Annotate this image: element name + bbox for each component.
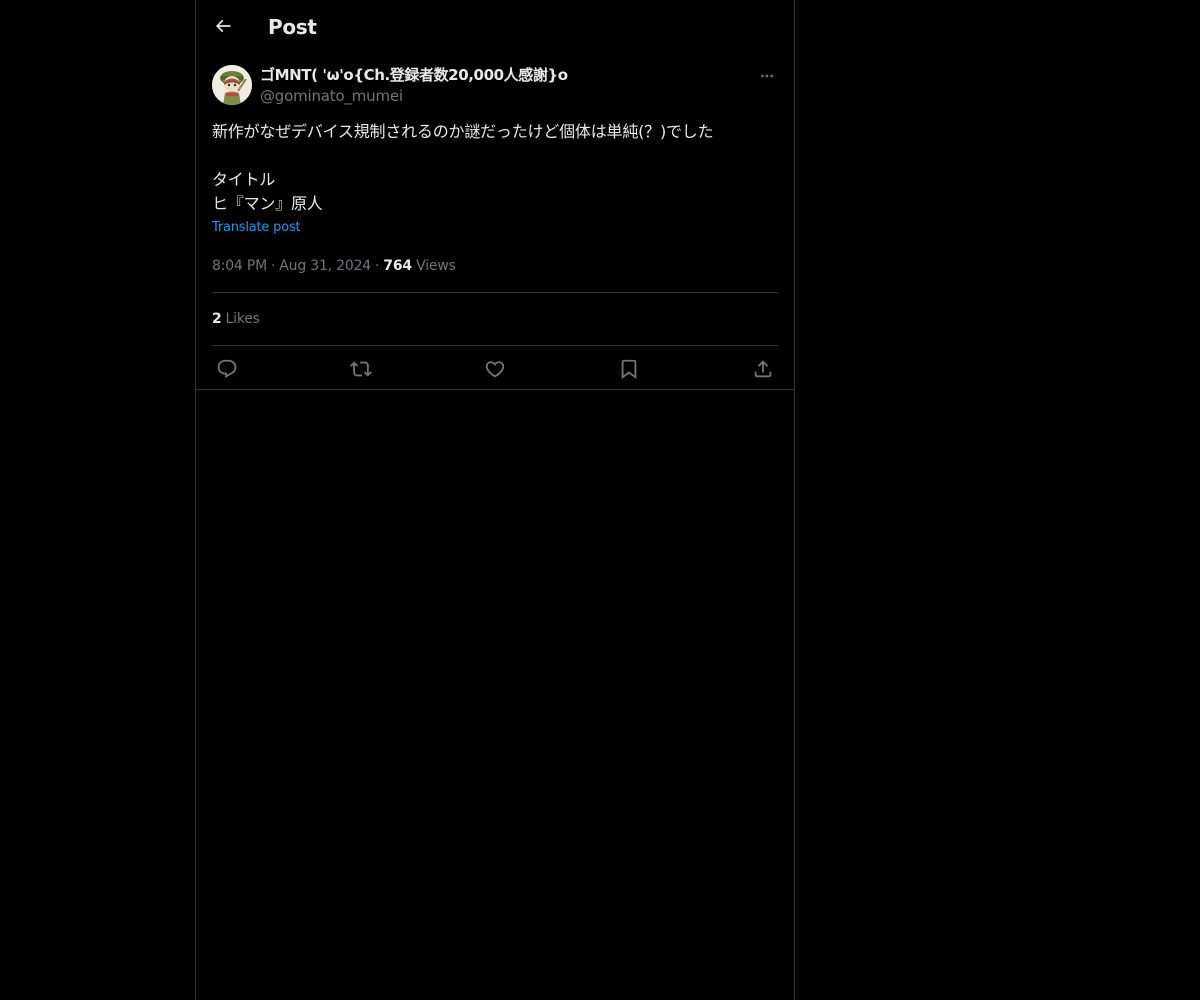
post-meta: 8:04 PM · Aug 31, 2024 · 764 Views — [212, 256, 778, 276]
author-handle[interactable]: @gominato_mumei — [260, 86, 403, 106]
more-horizontal-icon — [761, 74, 773, 78]
repost-button[interactable] — [350, 358, 372, 380]
likes-summary[interactable]: 2 Likes — [212, 293, 778, 345]
likes-count: 2 — [212, 311, 222, 327]
author-display-name[interactable]: ゴMNT( 'ω'o{Ch.登録者数20,000人感謝}o — [260, 65, 568, 85]
post-text: 新作がなぜデバイス規制されるのか謎だったけど個体は単純(？)でした タイトル ヒ… — [212, 122, 714, 213]
avatar-image — [212, 65, 252, 105]
back-button[interactable] — [208, 11, 238, 41]
share-button[interactable] — [752, 358, 774, 380]
page-title: Post — [268, 15, 317, 39]
heart-icon — [485, 361, 505, 378]
likes-label: Likes — [225, 311, 260, 327]
author-row: ゴMNT( 'ω'o{Ch.登録者数20,000人感謝}o @gominato_… — [212, 64, 778, 108]
more-button[interactable] — [756, 66, 778, 86]
post-date[interactable]: Aug 31, 2024 — [279, 258, 371, 274]
meta-separator: · — [375, 258, 380, 274]
bookmark-icon — [621, 359, 637, 380]
share-icon — [754, 360, 772, 378]
translate-post-link[interactable]: Translate post — [212, 220, 301, 236]
repost-icon — [350, 361, 372, 377]
reply-button[interactable] — [216, 358, 238, 380]
primary-column: Post ゴMNT( 'ω'o{Ch.登録者数20,000人感謝}o @gomi… — [195, 0, 795, 1000]
bookmark-button[interactable] — [618, 358, 640, 380]
views-label: Views — [416, 258, 456, 274]
action-bar — [212, 346, 778, 393]
page-header: Post — [196, 0, 794, 53]
post-time[interactable]: 8:04 PM — [212, 258, 267, 274]
reply-icon — [217, 359, 237, 378]
views-count: 764 — [383, 258, 412, 274]
post-detail: ゴMNT( 'ω'o{Ch.登録者数20,000人感謝}o @gominato_… — [212, 64, 778, 393]
like-button[interactable] — [484, 358, 506, 380]
arrow-left-icon — [215, 19, 231, 33]
meta-separator: · — [271, 258, 276, 274]
post-bottom-border — [196, 389, 794, 390]
avatar[interactable] — [212, 65, 252, 105]
